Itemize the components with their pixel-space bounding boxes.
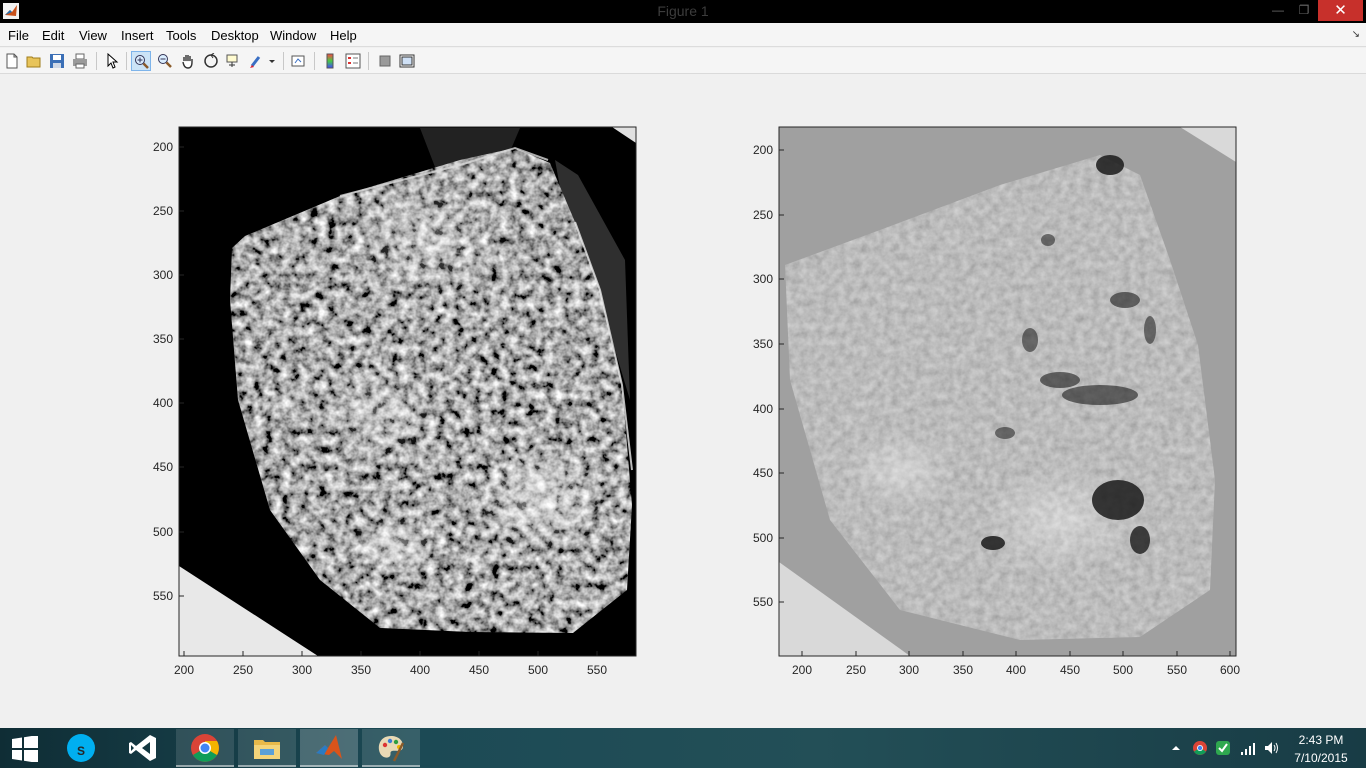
- tray-security-icon[interactable]: [1215, 740, 1231, 756]
- visual-studio-icon: [129, 735, 156, 761]
- restore-button[interactable]: ❐: [1291, 0, 1317, 21]
- right-ytick-label: 300: [753, 272, 773, 286]
- left-image-axes[interactable]: [178, 126, 637, 657]
- right-image-axes[interactable]: [778, 126, 1237, 657]
- toolbar-separator: [314, 52, 315, 70]
- left-xtick-label: 400: [410, 663, 430, 677]
- taskbar-matlab[interactable]: [300, 729, 358, 767]
- menu-file[interactable]: File: [8, 28, 29, 43]
- left-ytick-label: 400: [153, 396, 173, 410]
- left-xtick-label: 300: [292, 663, 312, 677]
- brush-dropdown-icon[interactable]: [266, 51, 278, 71]
- figure-canvas: 200 250 300 350 400 450 500 550 200 250 300 350 400 4…: [0, 75, 1366, 728]
- right-ytick-label: 550: [753, 595, 773, 609]
- right-ytick-label: 200: [753, 143, 773, 157]
- right-xtick-label: 550: [1167, 663, 1187, 677]
- right-xtick-label: 500: [1113, 663, 1133, 677]
- menu-help[interactable]: Help: [330, 28, 357, 43]
- toolbar-separator: [126, 52, 127, 70]
- left-ytick-label: 550: [153, 589, 173, 603]
- paint-palette-icon: [378, 736, 405, 762]
- right-xtick-label: 200: [792, 663, 812, 677]
- dock-figure-icon[interactable]: ↘: [1352, 29, 1360, 40]
- figure-toolbar: [0, 48, 1366, 74]
- window-title: Figure 1: [657, 3, 709, 19]
- left-xtick-label: 250: [233, 663, 253, 677]
- left-xtick-label: 550: [587, 663, 607, 677]
- pan-hand-icon[interactable]: [178, 51, 198, 71]
- left-xtick-label: 500: [528, 663, 548, 677]
- left-ytick-label: 350: [153, 332, 173, 346]
- network-signal-icon[interactable]: [1240, 740, 1256, 756]
- edit-plot-icon[interactable]: [102, 51, 122, 71]
- menu-insert[interactable]: Insert: [121, 28, 154, 43]
- hide-plot-tools-icon[interactable]: [375, 51, 395, 71]
- right-ytick-label: 450: [753, 466, 773, 480]
- left-ytick-label: 500: [153, 525, 173, 539]
- print-figure-icon[interactable]: [70, 51, 90, 71]
- left-ytick-label: 300: [153, 268, 173, 282]
- zoom-out-icon[interactable]: [155, 51, 175, 71]
- clock-time[interactable]: 2:43 PM: [1290, 733, 1352, 747]
- svg-text:S: S: [77, 744, 85, 758]
- windows-taskbar: S: [0, 728, 1366, 768]
- show-hidden-icons[interactable]: [1170, 741, 1186, 757]
- start-button[interactable]: [0, 729, 50, 767]
- clock-date[interactable]: 7/10/2015: [1290, 751, 1352, 765]
- tray-chrome-icon[interactable]: [1192, 740, 1208, 756]
- right-xtick-label: 400: [1006, 663, 1026, 677]
- show-plot-tools-icon[interactable]: [397, 51, 417, 71]
- window-titlebar[interactable]: Figure 1 — ❐ ✕: [0, 0, 1366, 23]
- chrome-icon: [191, 734, 219, 762]
- right-xtick-label: 600: [1220, 663, 1240, 677]
- menu-desktop[interactable]: Desktop: [211, 28, 259, 43]
- right-xtick-label: 250: [846, 663, 866, 677]
- brush-icon[interactable]: [247, 51, 267, 71]
- right-ytick-label: 350: [753, 337, 773, 351]
- toolbar-separator: [368, 52, 369, 70]
- insert-legend-icon[interactable]: [343, 51, 363, 71]
- new-figure-icon[interactable]: [2, 51, 22, 71]
- menu-bar: File Edit View Insert Tools Desktop Wind…: [0, 23, 1366, 47]
- left-ytick-label: 450: [153, 460, 173, 474]
- toolbar-separator: [96, 52, 97, 70]
- menu-view[interactable]: View: [79, 28, 107, 43]
- right-xtick-label: 450: [1060, 663, 1080, 677]
- toolbar-separator: [283, 52, 284, 70]
- right-ytick-label: 500: [753, 531, 773, 545]
- insert-colorbar-icon[interactable]: [320, 51, 340, 71]
- rotate-3d-icon[interactable]: [201, 51, 221, 71]
- folder-icon: [254, 740, 280, 759]
- right-xtick-label: 300: [899, 663, 919, 677]
- right-ytick-label: 400: [753, 402, 773, 416]
- skype-icon: S: [67, 734, 95, 762]
- windows-logo-icon: [12, 736, 38, 762]
- taskbar-visual-studio[interactable]: [114, 729, 172, 767]
- data-cursor-icon[interactable]: [224, 51, 244, 71]
- link-plot-icon[interactable]: [289, 51, 309, 71]
- volume-icon[interactable]: [1264, 740, 1280, 756]
- left-ytick-label: 250: [153, 204, 173, 218]
- taskbar-file-explorer[interactable]: [238, 729, 296, 767]
- left-xtick-label: 450: [469, 663, 489, 677]
- left-xtick-label: 200: [174, 663, 194, 677]
- menu-tools[interactable]: Tools: [166, 28, 196, 43]
- taskbar-paint[interactable]: [362, 729, 420, 767]
- save-figure-icon[interactable]: [47, 51, 67, 71]
- open-file-icon[interactable]: [24, 51, 44, 71]
- zoom-in-icon[interactable]: [131, 51, 151, 71]
- close-button[interactable]: ✕: [1318, 0, 1363, 21]
- left-xtick-label: 350: [351, 663, 371, 677]
- right-ytick-label: 250: [753, 208, 773, 222]
- figure-svg: 200 250 300 350 400 450 500 550 200 250 300 350 400 4…: [153, 126, 1240, 677]
- menu-window[interactable]: Window: [270, 28, 316, 43]
- matlab-icon: [316, 735, 342, 759]
- taskbar-chrome[interactable]: [176, 729, 234, 767]
- taskbar-skype[interactable]: S: [52, 729, 110, 767]
- menu-edit[interactable]: Edit: [42, 28, 64, 43]
- minimize-button[interactable]: —: [1265, 0, 1291, 21]
- right-xtick-label: 350: [953, 663, 973, 677]
- left-ytick-label: 200: [153, 140, 173, 154]
